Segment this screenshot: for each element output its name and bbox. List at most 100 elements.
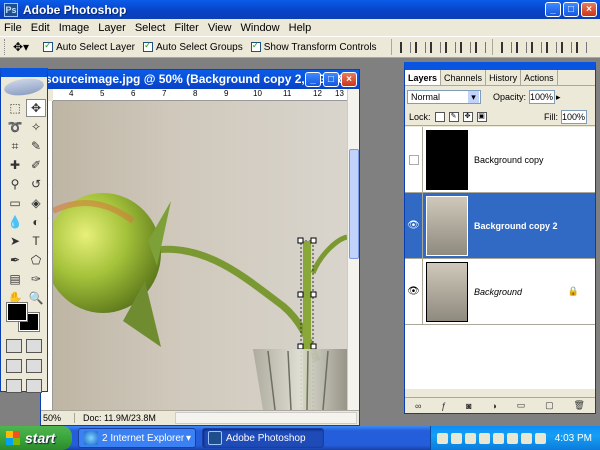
doc-close-button[interactable]: × — [341, 72, 357, 87]
pen-tool-icon[interactable]: ✒ — [5, 251, 25, 269]
show-transform-controls-checkbox[interactable]: Show Transform Controls — [250, 40, 377, 53]
visibility-toggle[interactable]: 👁 — [405, 192, 423, 259]
taskbar-internet-explorer[interactable]: 2 Internet Explorer ▾ — [78, 428, 196, 448]
lock-position-icon[interactable]: ✥ — [462, 111, 473, 122]
move-tool-preset-icon[interactable]: ✥▾ — [13, 40, 29, 54]
opacity-input[interactable]: 100% — [529, 90, 556, 104]
options-bar-grip[interactable] — [4, 39, 7, 55]
paint-bucket-tool-icon[interactable]: ◈ — [26, 194, 46, 212]
menu-view[interactable]: View — [208, 22, 232, 34]
new-layer-icon[interactable]: ▢ — [545, 400, 554, 411]
layer-mask-icon[interactable]: ◙ — [466, 401, 471, 411]
tray-icon[interactable] — [507, 432, 518, 444]
align-top-icon[interactable] — [399, 41, 411, 53]
tab-history[interactable]: History — [486, 70, 522, 85]
dodge-tool-icon[interactable]: ◐ — [26, 213, 46, 231]
tray-icon[interactable] — [451, 432, 462, 444]
imageready-extra-icon[interactable] — [26, 379, 42, 393]
foreground-color-swatch[interactable] — [6, 302, 28, 322]
tray-icon[interactable] — [535, 432, 546, 444]
move-tool-icon[interactable]: ✥ — [26, 99, 46, 117]
layer-row-background-copy[interactable]: Background copy — [405, 126, 595, 193]
tray-icon[interactable] — [521, 432, 532, 444]
scrollbar-thumb[interactable] — [349, 149, 359, 259]
brush-tool-icon[interactable]: ✐ — [26, 156, 46, 174]
distribute-bottom-icon[interactable] — [530, 41, 542, 53]
clone-stamp-tool-icon[interactable]: ⚲ — [5, 175, 25, 193]
lasso-tool-icon[interactable]: ➰ — [5, 118, 25, 136]
auto-select-groups-checkbox[interactable]: Auto Select Groups — [143, 40, 243, 53]
delete-layer-icon[interactable]: 🗑 — [574, 400, 585, 411]
doc-maximize-button[interactable]: □ — [323, 72, 339, 87]
screen-mode-full-icon[interactable] — [26, 359, 42, 373]
menu-file[interactable]: File — [4, 22, 22, 34]
opacity-arrow-icon[interactable]: ▸ — [556, 92, 561, 103]
distribute-left-icon[interactable] — [545, 41, 557, 53]
align-right-icon[interactable] — [474, 41, 486, 53]
distribute-vcenter-icon[interactable] — [515, 41, 527, 53]
notes-tool-icon[interactable]: ▤ — [5, 270, 25, 288]
menu-filter[interactable]: Filter — [174, 22, 198, 34]
magic-wand-tool-icon[interactable]: ✧ — [26, 118, 46, 136]
eraser-tool-icon[interactable]: ▭ — [5, 194, 25, 212]
menu-select[interactable]: Select — [135, 22, 166, 34]
standard-mode-icon[interactable] — [6, 339, 22, 353]
tray-icon[interactable] — [437, 432, 448, 444]
clock[interactable]: 4:03 PM — [555, 433, 592, 444]
new-group-icon[interactable]: ▭ — [517, 400, 526, 411]
align-bottom-icon[interactable] — [429, 41, 441, 53]
minimize-button[interactable]: _ — [545, 2, 561, 17]
image-canvas[interactable] — [53, 101, 347, 410]
slice-tool-icon[interactable]: ✎ — [26, 137, 46, 155]
path-selection-tool-icon[interactable]: ➤ — [5, 232, 25, 250]
color-swatches[interactable] — [6, 302, 41, 333]
layer-row-background-copy-2[interactable]: 👁 Background copy 2 — [405, 192, 595, 259]
quick-mask-mode-icon[interactable] — [26, 339, 42, 353]
doc-minimize-button[interactable]: _ — [305, 72, 321, 87]
doc-size-info[interactable]: Doc: 11.9M/23.8M — [75, 413, 175, 423]
marquee-tool-icon[interactable]: ⬚ — [5, 99, 25, 117]
auto-select-layer-checkbox[interactable]: Auto Select Layer — [43, 40, 135, 53]
distribute-right-icon[interactable] — [575, 41, 587, 53]
align-hcenter-icon[interactable] — [459, 41, 471, 53]
crop-tool-icon[interactable]: ⌗ — [5, 137, 25, 155]
jump-to-imageready-icon[interactable] — [6, 379, 22, 393]
align-left-icon[interactable] — [444, 41, 456, 53]
distribute-top-icon[interactable] — [500, 41, 512, 53]
menu-help[interactable]: Help — [289, 22, 312, 34]
menu-window[interactable]: Window — [241, 22, 280, 34]
taskbar-adobe-photoshop[interactable]: Adobe Photoshop — [202, 428, 324, 448]
link-layers-icon[interactable]: ∞ — [415, 401, 421, 411]
distribute-hcenter-icon[interactable] — [560, 41, 572, 53]
healing-brush-tool-icon[interactable]: ✚ — [5, 156, 25, 174]
tray-icon[interactable] — [465, 432, 476, 444]
tab-actions[interactable]: Actions — [521, 70, 558, 85]
blend-mode-select[interactable]: Normal — [407, 90, 481, 104]
lock-transparency-icon[interactable] — [434, 111, 445, 122]
align-vcenter-icon[interactable] — [414, 41, 426, 53]
blur-tool-icon[interactable]: 💧 — [5, 213, 25, 231]
lock-image-icon[interactable]: ✎ — [448, 111, 459, 122]
lock-all-icon[interactable]: ▣ — [476, 111, 487, 122]
tray-icon[interactable] — [479, 432, 490, 444]
visibility-toggle[interactable]: 👁 — [405, 258, 423, 325]
fill-input[interactable]: 100% — [561, 109, 587, 124]
horizontal-scrollbar[interactable] — [175, 412, 357, 424]
menu-image[interactable]: Image — [59, 22, 90, 34]
adjustment-layer-icon[interactable]: ◑ — [491, 401, 496, 411]
zoom-level[interactable]: 50% — [41, 413, 75, 423]
eyedropper-tool-icon[interactable]: ✑ — [26, 270, 46, 288]
layer-row-background[interactable]: 👁 Background 🔒 — [405, 258, 595, 325]
tab-channels[interactable]: Channels — [441, 70, 487, 85]
maximize-button[interactable]: □ — [563, 2, 579, 17]
shape-tool-icon[interactable]: ⬠ — [26, 251, 46, 269]
visibility-toggle[interactable] — [405, 126, 423, 193]
vertical-scrollbar[interactable] — [347, 89, 359, 410]
type-tool-icon[interactable]: T — [26, 232, 46, 250]
menu-layer[interactable]: Layer — [98, 22, 126, 34]
close-button[interactable]: × — [581, 2, 597, 17]
start-button[interactable]: start — [0, 426, 72, 450]
tray-icon[interactable] — [493, 432, 504, 444]
menu-edit[interactable]: Edit — [31, 22, 50, 34]
history-brush-tool-icon[interactable]: ↺ — [26, 175, 46, 193]
